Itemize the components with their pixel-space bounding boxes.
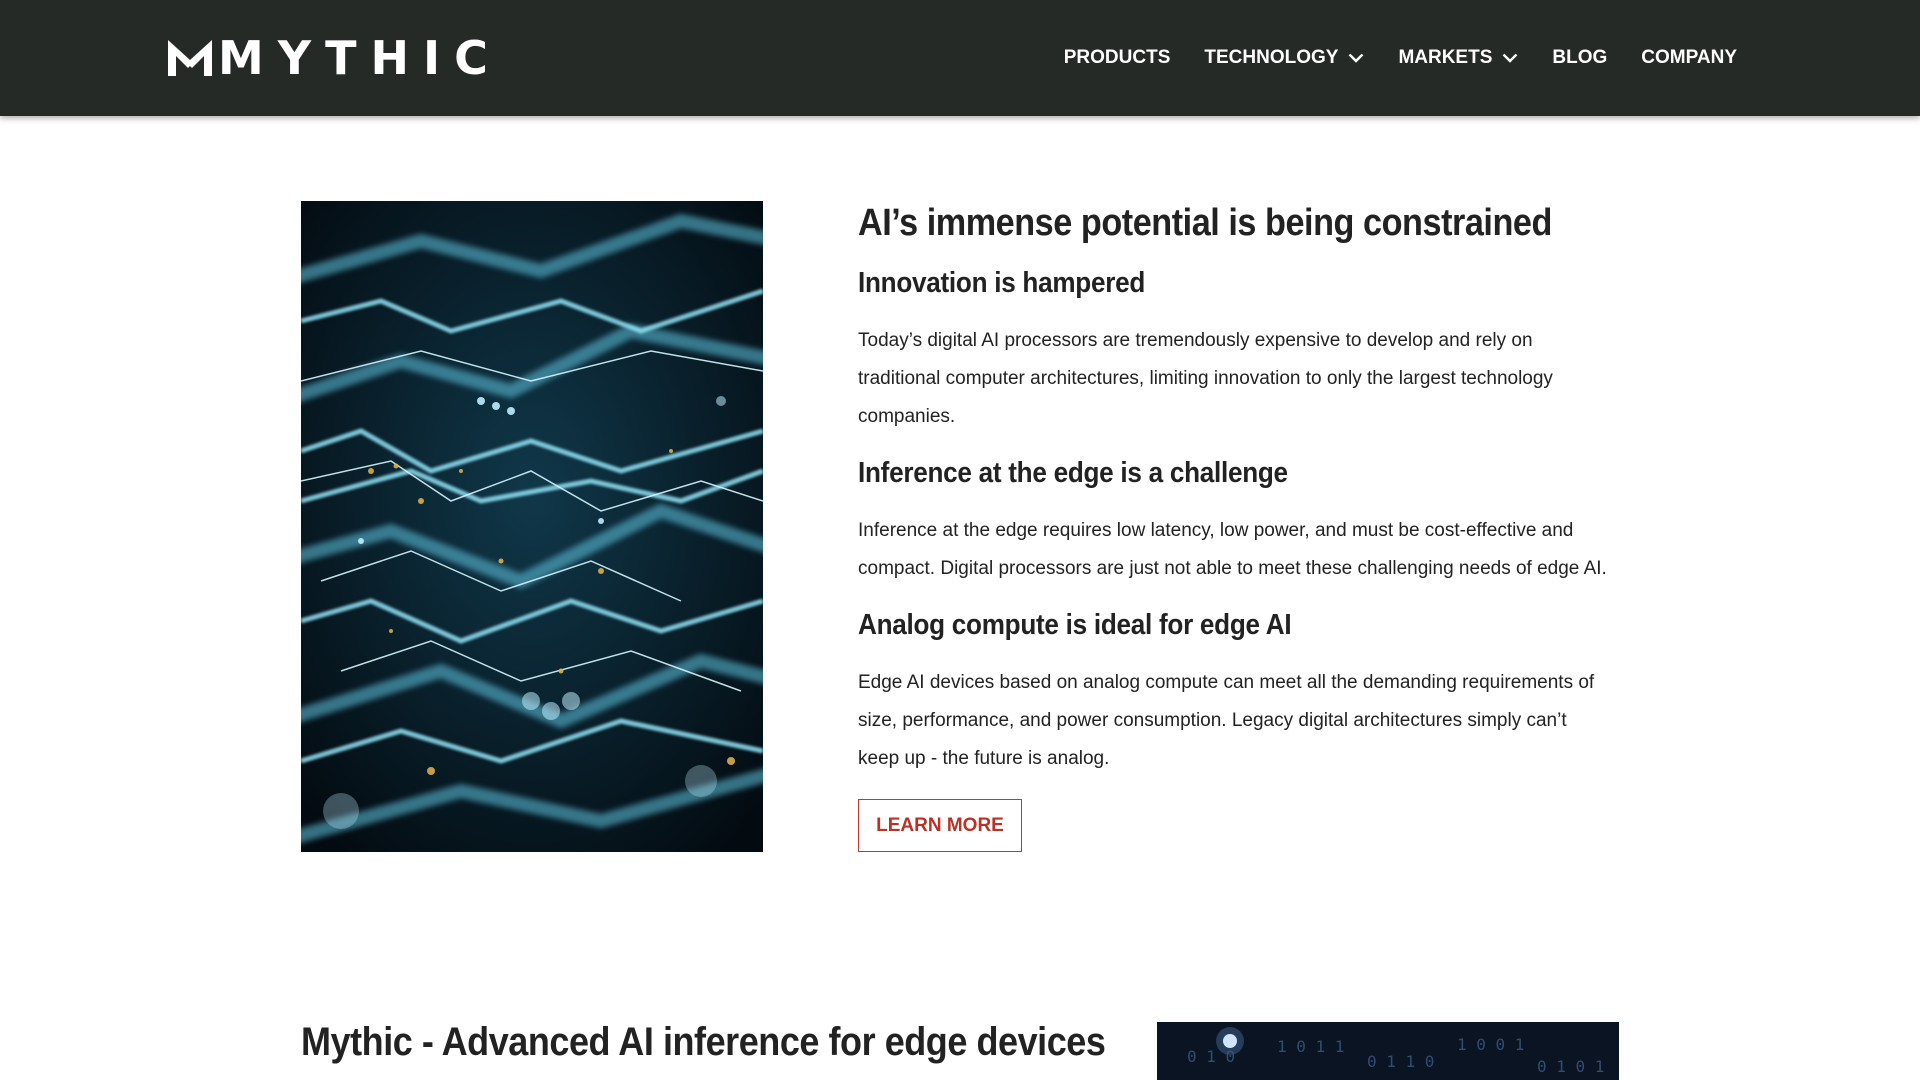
circuit-board-image: [301, 201, 763, 852]
learn-more-button[interactable]: LEARN MORE: [858, 799, 1022, 852]
nav-products[interactable]: PRODUCTS: [1064, 47, 1171, 69]
chevron-down-icon: [1349, 53, 1364, 63]
heading-innovation: Innovation is hampered: [858, 267, 1146, 299]
nav-products-label: PRODUCTS: [1063, 47, 1171, 68]
binary-data-graphic: 0 1 0 1 0 1 1 0 1 1 0 1 0 0 1 0 1 0 1: [1157, 1022, 1619, 1080]
circuit-board-graphic: [301, 201, 763, 852]
chevron-down-icon: [1503, 53, 1518, 63]
nav-technology[interactable]: TECHNOLOGY: [1204, 47, 1364, 69]
nav-markets[interactable]: MARKETS: [1398, 47, 1518, 69]
main-nav: PRODUCTS TECHNOLOGY MARKETS BLOG COMPANY: [1064, 0, 1737, 116]
svg-text:0 1 0 1: 0 1 0 1: [1537, 1057, 1604, 1076]
paragraph-line: companies.: [858, 406, 956, 427]
paragraph-innovation: Today’s digital AI processors are tremen…: [858, 322, 1553, 436]
heading-inference: Inference at the edge is a challenge: [858, 457, 1288, 489]
nav-blog-label: BLOG: [1552, 47, 1608, 68]
site-header: MYTHIC PRODUCTS TECHNOLOGY MARKETS BLOG …: [0, 0, 1920, 116]
paragraph-line: compact. Digital processors are just not…: [858, 558, 1607, 579]
svg-text:1 0 1 1: 1 0 1 1: [1277, 1037, 1344, 1056]
section-title: AI’s immense potential is being constrai…: [858, 202, 1552, 244]
nav-technology-label: TECHNOLOGY: [1204, 47, 1339, 68]
svg-text:1 0 0 1: 1 0 0 1: [1457, 1035, 1524, 1054]
logo-m-icon: [168, 40, 212, 76]
svg-text:0 1 1 0: 0 1 1 0: [1367, 1052, 1434, 1071]
svg-text:0 1 0: 0 1 0: [1187, 1047, 1235, 1066]
nav-company[interactable]: COMPANY: [1641, 47, 1737, 69]
paragraph-inference: Inference at the edge requires low laten…: [858, 512, 1607, 588]
paragraph-line: traditional computer architectures, limi…: [858, 368, 1553, 389]
paragraph-line: size, performance, and power consumption…: [858, 710, 1567, 731]
paragraph-line: keep up - the future is analog.: [858, 748, 1110, 769]
paragraph-analog: Edge AI devices based on analog compute …: [858, 664, 1594, 778]
nav-markets-label: MARKETS: [1398, 47, 1493, 68]
binary-data-image: 0 1 0 1 0 1 1 0 1 1 0 1 0 0 1 0 1 0 1: [1157, 1022, 1619, 1080]
logo-text: MYTHIC: [218, 31, 502, 85]
paragraph-line: Inference at the edge requires low laten…: [858, 520, 1574, 541]
nav-company-label: COMPANY: [1641, 47, 1737, 68]
paragraph-line: Today’s digital AI processors are tremen…: [858, 330, 1533, 351]
heading-analog: Analog compute is ideal for edge AI: [858, 609, 1292, 641]
nav-blog[interactable]: BLOG: [1552, 47, 1607, 69]
section2-title: Mythic - Advanced AI inference for edge …: [301, 1020, 1106, 1064]
paragraph-line: Edge AI devices based on analog compute …: [858, 672, 1595, 693]
mythic-logo[interactable]: MYTHIC: [166, 31, 502, 85]
